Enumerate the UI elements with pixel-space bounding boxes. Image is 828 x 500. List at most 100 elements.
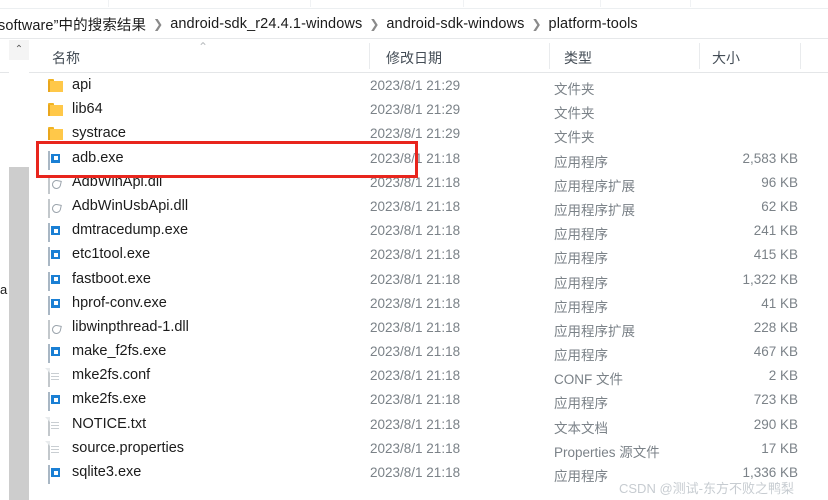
file-row[interactable]: NOTICE.txt 2023/8/1 21:18 文本文档 290 KB (36, 414, 828, 438)
file-name[interactable]: sqlite3.exe (72, 464, 141, 480)
column-divider[interactable] (800, 43, 801, 69)
file-date-modified: 2023/8/1 21:18 (370, 440, 461, 456)
file-type: 应用程序 (554, 348, 608, 364)
file-size: 467 KB (753, 344, 798, 360)
file-size: 290 KB (753, 416, 798, 432)
toolbar-separator (108, 0, 109, 7)
file-size: 96 KB (761, 174, 798, 190)
file-date-modified: 2023/8/1 21:29 (370, 78, 461, 93)
file-date-modified: 2023/8/1 21:18 (370, 247, 461, 263)
file-row[interactable]: AdbWinUsbApi.dll 2023/8/1 21:18 应用程序扩展 62 K… (36, 196, 828, 220)
file-name[interactable]: AdbWinApi.dll (72, 174, 162, 190)
file-row[interactable]: etc1tool.exe 2023/8/1 21:18 应用程序 415 KB (36, 244, 828, 268)
file-date-modified: 2023/8/1 21:18 (370, 271, 461, 287)
file-name[interactable]: mke2fs.conf (72, 367, 150, 383)
scrollbar-thumb[interactable] (9, 60, 29, 167)
watermark-text: CSDN @测试-东方不败之鸭梨 (619, 481, 794, 496)
file-size: 41 KB (761, 295, 798, 311)
file-row[interactable]: mke2fs.exe 2023/8/1 21:18 应用程序 723 KB (36, 389, 828, 413)
exe-icon (48, 344, 64, 364)
file-row[interactable]: adb.exe 2023/8/1 21:18 应用程序 2,583 KB (36, 148, 828, 172)
exe-icon (48, 392, 64, 412)
column-divider[interactable] (369, 43, 370, 69)
file-name[interactable]: systrace (72, 125, 126, 141)
dll-icon (48, 198, 64, 218)
file-name[interactable]: api (72, 77, 91, 93)
scroll-up-arrow-icon[interactable]: ⌃ (9, 40, 29, 60)
folder-icon (48, 127, 64, 143)
file-name[interactable]: lib64 (72, 101, 103, 117)
file-name[interactable]: make_f2fs.exe (72, 343, 166, 359)
file-name[interactable]: fastboot.exe (72, 271, 151, 287)
file-date-modified: 2023/8/1 21:18 (370, 223, 461, 239)
column-header-size[interactable]: 大小 (712, 48, 740, 68)
file-row[interactable]: api 2023/8/1 21:29 文件夹 (36, 75, 828, 99)
exe-icon (48, 465, 64, 484)
folder-icon (48, 79, 64, 95)
file-type: 应用程序 (554, 275, 608, 291)
address-bar[interactable]: software”中的搜索结果 ❯ android-sdk_r24.4.1-wi… (0, 10, 828, 39)
breadcrumb-item-platform-tools[interactable]: platform-tools (549, 16, 638, 32)
toolbar-separator (463, 0, 464, 7)
file-name[interactable]: adb.exe (72, 150, 124, 166)
file-date-modified: 2023/8/1 21:18 (370, 295, 461, 311)
file-type: 文件夹 (554, 82, 595, 97)
sort-ascending-icon: ⌃ (198, 40, 209, 54)
column-header-type[interactable]: 类型 (564, 48, 592, 68)
file-row[interactable]: AdbWinApi.dll 2023/8/1 21:18 应用程序扩展 96 KB (36, 172, 828, 196)
column-header-name[interactable]: 名称 (52, 48, 80, 68)
file-size: 2 KB (768, 368, 798, 384)
file-row[interactable]: make_f2fs.exe 2023/8/1 21:18 应用程序 467 KB (36, 341, 828, 365)
breadcrumb-item-search-results[interactable]: software”中的搜索结果 (0, 14, 146, 35)
file-row[interactable]: dmtracedump.exe 2023/8/1 21:18 应用程序 241 KB (36, 220, 828, 244)
doc-icon (45, 440, 64, 460)
file-row[interactable]: systrace 2023/8/1 21:29 文件夹 (36, 123, 828, 147)
toolbar-separator (310, 0, 311, 7)
chevron-right-icon: ❯ (153, 17, 164, 31)
file-name[interactable]: source.properties (72, 440, 184, 456)
file-type: 应用程序扩展 (554, 202, 635, 218)
clipped-pane-text: a (0, 282, 8, 297)
toolbar-separator (600, 0, 601, 7)
file-name[interactable]: etc1tool.exe (72, 246, 150, 262)
file-type: 文本文档 (554, 420, 608, 436)
file-date-modified: 2023/8/1 21:18 (370, 150, 461, 166)
file-row[interactable]: source.properties 2023/8/1 21:18 Propertie… (36, 438, 828, 462)
file-size: 228 KB (753, 319, 798, 335)
file-row[interactable]: libwinpthread-1.dll 2023/8/1 21:18 应用程序扩展 2… (36, 317, 828, 341)
exe-icon (48, 223, 64, 243)
dll-icon (48, 319, 64, 339)
file-name[interactable]: libwinpthread-1.dll (72, 319, 189, 335)
folder-icon (48, 103, 64, 119)
column-header-row: 名称 修改日期 类型 大小 (0, 40, 828, 73)
file-row[interactable]: lib64 2023/8/1 21:29 文件夹 (36, 99, 828, 123)
file-date-modified: 2023/8/1 21:18 (370, 416, 461, 432)
column-divider[interactable] (699, 43, 700, 69)
scrollbar-track[interactable] (9, 167, 29, 500)
chevron-right-icon: ❯ (369, 17, 380, 31)
file-size: 17 KB (761, 440, 798, 456)
doc-icon (45, 368, 64, 388)
doc-icon (45, 416, 64, 436)
file-name[interactable]: AdbWinUsbApi.dll (72, 198, 188, 214)
file-list[interactable]: api 2023/8/1 21:29 文件夹 lib64 2023/8/1 21:29 文… (36, 75, 828, 495)
file-row[interactable]: mke2fs.conf 2023/8/1 21:18 CONF 文件 2 KB (36, 365, 828, 389)
exe-icon (48, 247, 64, 267)
column-header-date-modified[interactable]: 修改日期 (386, 48, 442, 68)
file-size: 415 KB (753, 247, 798, 263)
file-type: Properties 源文件 (554, 444, 660, 460)
file-name[interactable]: NOTICE.txt (72, 416, 146, 432)
file-name[interactable]: dmtracedump.exe (72, 222, 188, 238)
file-name[interactable]: mke2fs.exe (72, 391, 146, 407)
column-divider[interactable] (549, 43, 550, 69)
file-type: 应用程序 (554, 227, 608, 243)
file-date-modified: 2023/8/1 21:18 (370, 392, 461, 408)
file-type: CONF 文件 (554, 372, 623, 388)
file-name[interactable]: hprof-conv.exe (72, 295, 167, 311)
breadcrumb-item-android-sdk-r24[interactable]: android-sdk_r24.4.1-windows (170, 16, 362, 32)
file-type: 应用程序 (554, 251, 608, 267)
file-size: 723 KB (753, 392, 798, 408)
file-row[interactable]: hprof-conv.exe 2023/8/1 21:18 应用程序 41 KB (36, 293, 828, 317)
breadcrumb-item-android-sdk-windows[interactable]: android-sdk-windows (386, 16, 524, 32)
file-row[interactable]: fastboot.exe 2023/8/1 21:18 应用程序 1,322 KB (36, 269, 828, 293)
